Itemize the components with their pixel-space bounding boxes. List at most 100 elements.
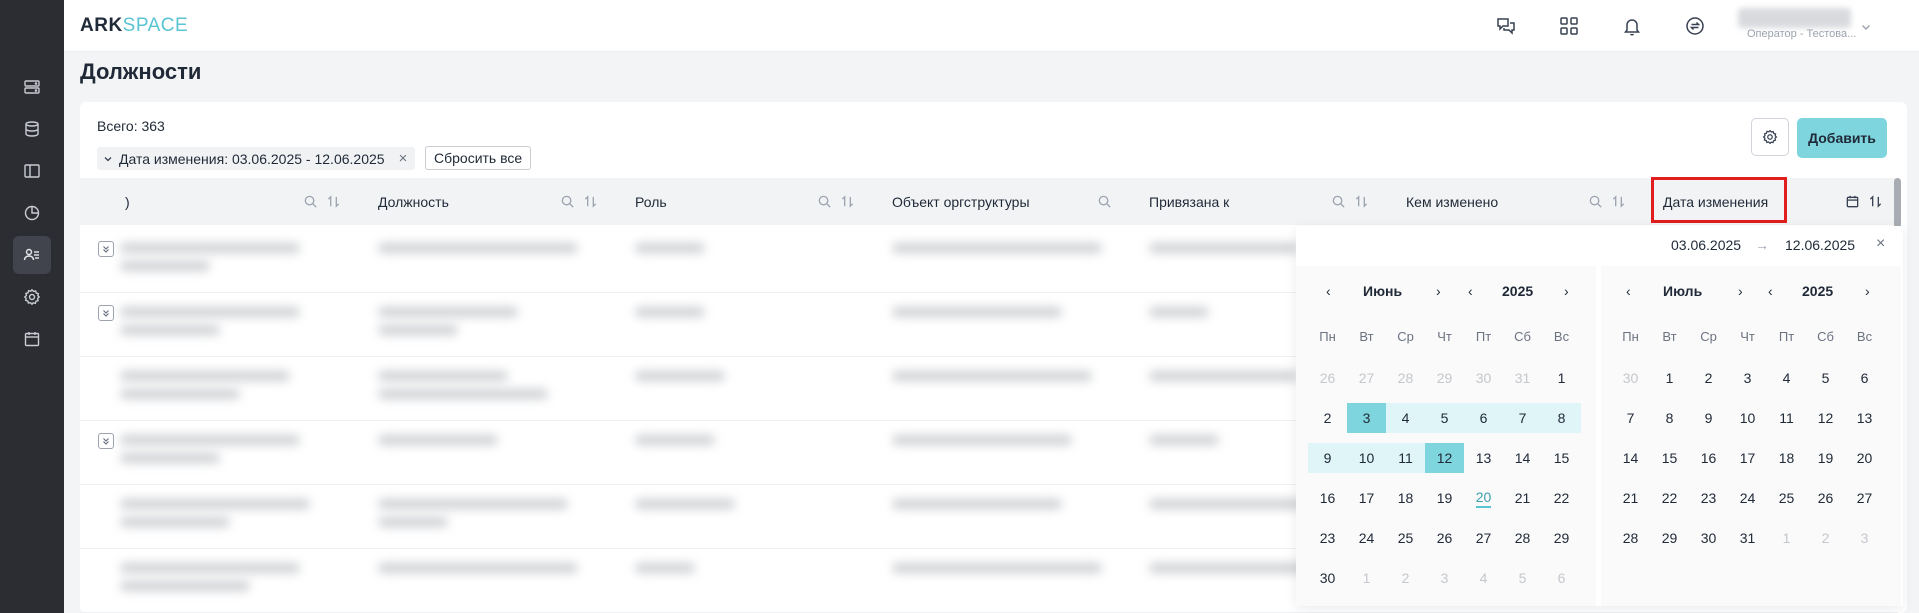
sort-icon[interactable] <box>1610 193 1626 209</box>
servers-icon[interactable] <box>13 68 51 106</box>
calendar-day[interactable]: 18 <box>1767 443 1806 473</box>
calendar-day[interactable]: 28 <box>1611 523 1650 553</box>
column-header-position[interactable]: Должность <box>378 178 449 225</box>
search-icon[interactable] <box>1587 193 1603 209</box>
calendar-day[interactable]: 30 <box>1308 563 1347 593</box>
settings-icon[interactable] <box>13 278 51 316</box>
sort-icon[interactable] <box>1867 193 1883 209</box>
month-select[interactable]: Июль <box>1663 283 1702 299</box>
calendar-day[interactable]: 27 <box>1845 483 1884 513</box>
calendar-day[interactable]: 26 <box>1806 483 1845 513</box>
calendar-day[interactable]: 29 <box>1650 523 1689 553</box>
chevron-right-icon[interactable]: › <box>1436 283 1441 299</box>
calendar-day[interactable]: 13 <box>1845 403 1884 433</box>
chevron-right-icon[interactable]: › <box>1738 283 1743 299</box>
search-icon[interactable] <box>1096 193 1112 209</box>
calendar-icon[interactable] <box>13 320 51 358</box>
expand-row-icon[interactable] <box>98 305 114 321</box>
start-date-input[interactable]: 03.06.2025 <box>1671 237 1741 253</box>
calendar-day[interactable]: 7 <box>1503 403 1542 433</box>
chevron-right-icon[interactable]: › <box>1865 283 1870 299</box>
calendar-day[interactable]: 17 <box>1728 443 1767 473</box>
calendar-day[interactable]: 24 <box>1347 523 1386 553</box>
calendar-day[interactable]: 2 <box>1689 363 1728 393</box>
calendar-day[interactable]: 17 <box>1347 483 1386 513</box>
sort-icon[interactable] <box>839 193 855 209</box>
calendar-day[interactable]: 6 <box>1845 363 1884 393</box>
bell-icon[interactable] <box>1620 14 1644 38</box>
calendar-day[interactable]: 20 <box>1464 483 1503 513</box>
expand-row-icon[interactable] <box>98 433 114 449</box>
close-icon[interactable]: × <box>399 150 408 167</box>
calendar-day[interactable]: 11 <box>1767 403 1806 433</box>
year-select[interactable]: 2025 <box>1502 283 1533 299</box>
calendar-day[interactable]: 26 <box>1425 523 1464 553</box>
chevron-left-icon[interactable]: ‹ <box>1326 283 1331 299</box>
calendar-day[interactable]: 1 <box>1542 363 1581 393</box>
calendar-day[interactable]: 12 <box>1425 443 1464 473</box>
sync-icon[interactable] <box>1683 14 1707 38</box>
end-date-input[interactable]: 12.06.2025 <box>1785 237 1855 253</box>
chevron-down-icon[interactable] <box>103 154 113 164</box>
calendar-day[interactable]: 19 <box>1806 443 1845 473</box>
calendar-day[interactable]: 4 <box>1386 403 1425 433</box>
calendar-day[interactable]: 23 <box>1689 483 1728 513</box>
column-header-role[interactable]: Роль <box>635 178 667 225</box>
calendar-day[interactable]: 14 <box>1503 443 1542 473</box>
calendar-day[interactable]: 21 <box>1611 483 1650 513</box>
calendar-day[interactable]: 30 <box>1689 523 1728 553</box>
close-icon[interactable]: × <box>1876 235 1885 253</box>
calendar-day[interactable]: 5 <box>1425 403 1464 433</box>
search-icon[interactable] <box>302 193 318 209</box>
calendar-day[interactable]: 16 <box>1689 443 1728 473</box>
calendar-day[interactable]: 18 <box>1386 483 1425 513</box>
chevron-left-icon[interactable]: ‹ <box>1468 283 1473 299</box>
calendar-day[interactable]: 23 <box>1308 523 1347 553</box>
calendar-day[interactable]: 19 <box>1425 483 1464 513</box>
sort-icon[interactable] <box>1353 193 1369 209</box>
calendar-day[interactable]: 31 <box>1728 523 1767 553</box>
table-settings-button[interactable] <box>1751 118 1789 156</box>
calendar-day[interactable]: 15 <box>1542 443 1581 473</box>
calendar-day[interactable]: 29 <box>1542 523 1581 553</box>
search-icon[interactable] <box>559 193 575 209</box>
calendar-day[interactable]: 24 <box>1728 483 1767 513</box>
calendar-day[interactable]: 11 <box>1386 443 1425 473</box>
user-name[interactable] <box>1738 8 1851 28</box>
apps-grid-icon[interactable] <box>1557 14 1581 38</box>
calendar-day[interactable]: 12 <box>1806 403 1845 433</box>
calendar-day[interactable]: 14 <box>1611 443 1650 473</box>
calendar-day[interactable]: 15 <box>1650 443 1689 473</box>
calendar-day[interactable]: 21 <box>1503 483 1542 513</box>
calendar-day[interactable]: 10 <box>1347 443 1386 473</box>
month-select[interactable]: Июнь <box>1363 283 1402 299</box>
support-chat-icon[interactable] <box>1494 14 1518 38</box>
calendar-day[interactable]: 20 <box>1845 443 1884 473</box>
vertical-scrollbar[interactable] <box>1894 178 1901 228</box>
calendar-icon[interactable] <box>1844 193 1860 209</box>
calendar-day[interactable]: 25 <box>1767 483 1806 513</box>
panel-icon[interactable] <box>13 152 51 190</box>
add-button[interactable]: Добавить <box>1797 118 1887 158</box>
year-select[interactable]: 2025 <box>1802 283 1833 299</box>
filter-chip[interactable]: Дата изменения: 03.06.2025 - 12.06.2025 … <box>97 147 416 170</box>
calendar-day[interactable]: 7 <box>1611 403 1650 433</box>
calendar-day[interactable]: 5 <box>1806 363 1845 393</box>
calendar-day[interactable]: 28 <box>1503 523 1542 553</box>
calendar-day[interactable]: 27 <box>1464 523 1503 553</box>
calendar-day[interactable]: 9 <box>1308 443 1347 473</box>
reset-filters-button[interactable]: Сбросить все <box>425 146 532 170</box>
column-header-org-object[interactable]: Объект оргструктуры <box>892 178 1030 225</box>
calendar-day[interactable]: 3 <box>1728 363 1767 393</box>
users-icon[interactable] <box>13 236 51 274</box>
calendar-day[interactable]: 8 <box>1542 403 1581 433</box>
search-icon[interactable] <box>816 193 832 209</box>
calendar-day[interactable]: 3 <box>1347 403 1386 433</box>
calendar-day[interactable]: 13 <box>1464 443 1503 473</box>
column-header-first[interactable]: ) <box>125 178 130 225</box>
sort-icon[interactable] <box>325 193 341 209</box>
column-header-bound-to[interactable]: Привязана к <box>1149 178 1229 225</box>
calendar-day[interactable]: 22 <box>1650 483 1689 513</box>
chevron-left-icon[interactable]: ‹ <box>1626 283 1631 299</box>
calendar-day[interactable]: 10 <box>1728 403 1767 433</box>
